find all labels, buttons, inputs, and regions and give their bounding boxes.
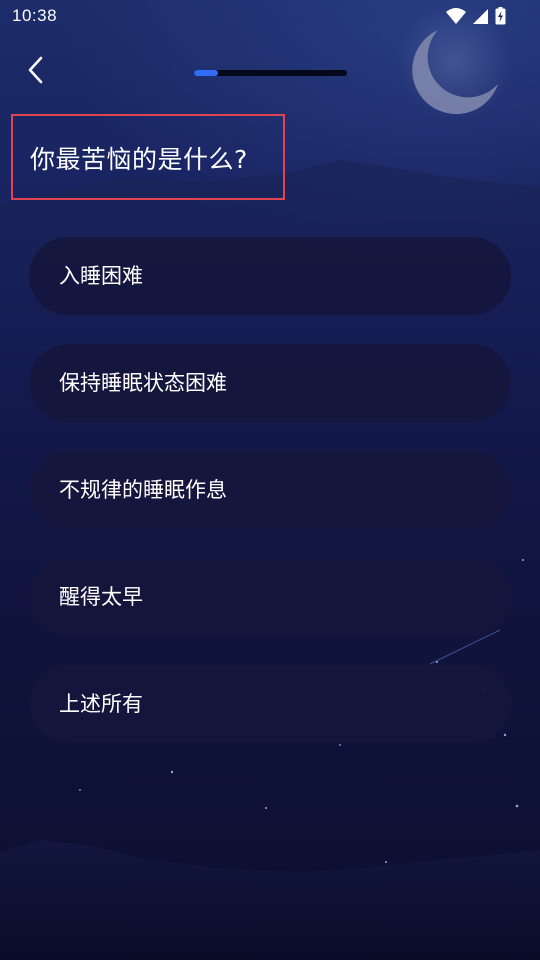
status-time: 10:38 — [12, 6, 58, 25]
option-label: 上述所有 — [59, 692, 143, 716]
chevron-left-icon — [26, 55, 46, 89]
wifi-icon — [446, 7, 466, 25]
question-highlight-box: 你最苦恼的是什么? — [11, 114, 285, 200]
progress-bar — [194, 70, 347, 76]
option-label: 不规律的睡眠作息 — [59, 478, 227, 502]
option-item-2[interactable]: 不规律的睡眠作息 — [29, 451, 511, 529]
status-icons — [446, 7, 506, 25]
status-bar: 10:38 — [0, 0, 540, 34]
option-label: 入睡困难 — [59, 264, 143, 288]
question-title: 你最苦恼的是什么? — [30, 145, 248, 174]
option-item-0[interactable]: 入睡困难 — [29, 237, 511, 315]
battery-charging-icon — [495, 7, 506, 25]
option-label: 醒得太早 — [59, 585, 143, 609]
moon-icon — [412, 30, 498, 115]
cellular-signal-icon — [472, 7, 489, 25]
foreground-hills — [0, 840, 540, 960]
option-label: 保持睡眠状态困难 — [59, 371, 227, 395]
option-item-1[interactable]: 保持睡眠状态困难 — [29, 344, 511, 422]
back-button[interactable] — [18, 54, 54, 90]
option-item-3[interactable]: 醒得太早 — [29, 558, 511, 636]
options-list: 入睡困难 保持睡眠状态困难 不规律的睡眠作息 醒得太早 上述所有 — [29, 237, 511, 772]
option-item-4[interactable]: 上述所有 — [29, 665, 511, 743]
progress-bar-fill — [194, 70, 219, 76]
